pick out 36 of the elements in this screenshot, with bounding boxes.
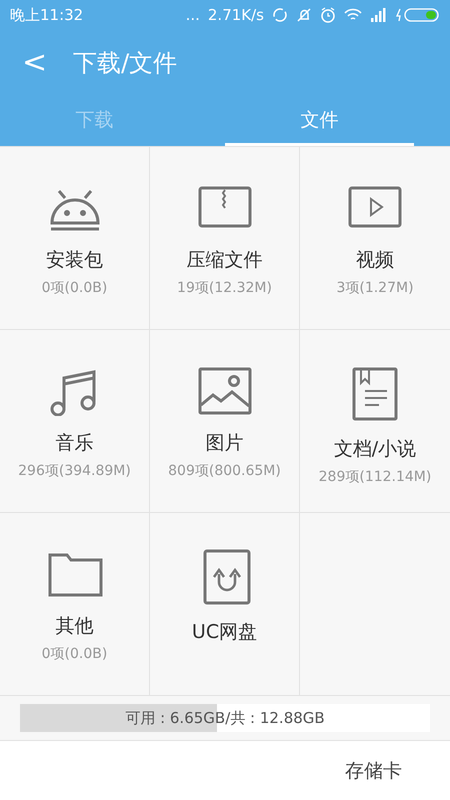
- category-name: 图片: [206, 431, 244, 456]
- category-count: 289项(112.14M): [318, 468, 432, 486]
- charging-battery-icon: [396, 7, 440, 23]
- status-dots: ...: [186, 6, 200, 24]
- category-tile[interactable]: 视频 3项(1.27M): [300, 147, 450, 330]
- alarm-icon: [320, 7, 336, 23]
- category-tile[interactable]: UC网盘: [150, 513, 300, 696]
- category-name: 音乐: [56, 431, 94, 456]
- category-name: 文档/小说: [334, 437, 416, 462]
- category-tile[interactable]: 压缩文件 19项(12.32M): [150, 147, 300, 330]
- image-icon: [196, 366, 252, 416]
- wifi-icon: [344, 8, 362, 22]
- category-count: 0项(0.0B): [42, 645, 108, 663]
- category-count: 296项(394.89M): [18, 462, 131, 480]
- category-count: 0项(0.0B): [42, 279, 108, 297]
- category-count: 3项(1.27M): [336, 279, 414, 297]
- muted-bell-icon: [296, 7, 312, 23]
- category-count: 19项(12.32M): [177, 279, 272, 297]
- category-tile[interactable]: 图片 809项(800.65M): [150, 330, 300, 513]
- category-tile[interactable]: 其他 0项(0.0B): [0, 513, 150, 696]
- category-name: 压缩文件: [186, 248, 262, 273]
- category-tile[interactable]: 音乐 296项(394.89M): [0, 330, 150, 513]
- storage-text: 可用 : 6.65GB/共 : 12.88GB: [125, 708, 325, 728]
- status-time: 晚上11:32: [10, 6, 84, 24]
- network-speed: 2.71K/s: [208, 6, 264, 24]
- category-name: 其他: [56, 614, 94, 639]
- category-tile[interactable]: 文档/小说 289项(112.14M): [300, 330, 450, 513]
- category-name: UC网盘: [192, 620, 258, 645]
- page-title: 下载/文件: [73, 48, 178, 78]
- category-name: 视频: [356, 248, 394, 273]
- category-name: 安装包: [46, 248, 103, 273]
- sync-icon: [272, 7, 288, 23]
- storage-card-button[interactable]: 存储卡: [339, 756, 408, 784]
- signal-icon: [370, 8, 388, 22]
- category-count: 809项(800.65M): [168, 462, 281, 480]
- category-tile[interactable]: 安装包 0项(0.0B): [0, 147, 150, 330]
